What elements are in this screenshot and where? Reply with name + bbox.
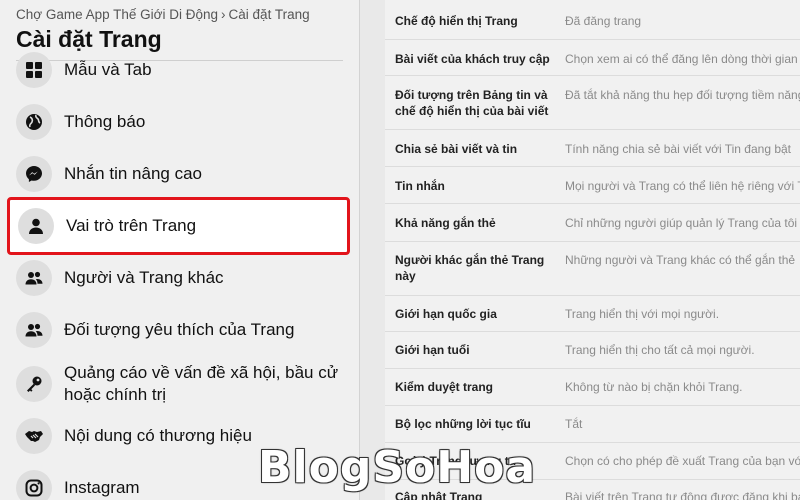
settings-sidebar: Chợ Game App Thế Giới Di Động › Cài đặt Tr… xyxy=(0,0,360,500)
sidebar-item-preferred-audience[interactable]: Đối tượng yêu thích của Trang xyxy=(8,310,346,350)
setting-name: Người khác gắn thẻ Trang này xyxy=(395,253,545,283)
settings-row-messages[interactable]: Tin nhắn Mọi người và Trang có thể liên … xyxy=(385,166,800,203)
sidebar-item-label: Nội dung có thương hiệu xyxy=(64,426,252,445)
setting-value: Không từ nào bị chặn khỏi Trang. xyxy=(565,380,743,394)
key-icon xyxy=(16,366,52,402)
breadcrumb-link-page[interactable]: Chợ Game App Thế Giới Di Động xyxy=(16,7,218,22)
settings-row-page-moderation[interactable]: Kiểm duyệt trang Không từ nào bị chặn kh… xyxy=(385,368,800,405)
handshake-icon xyxy=(16,418,52,454)
watermark-logo: BlogSoHoa xyxy=(258,442,537,493)
settings-row-visitor-posts[interactable]: Bài viết của khách truy cập Chọn xem ai … xyxy=(385,39,800,75)
page-title: Cài đặt Trang xyxy=(16,26,162,52)
settings-row-news-feed-audience[interactable]: Đối tượng trên Bảng tin và chế độ hiển t… xyxy=(385,75,800,129)
sidebar-item-label: Mẫu và Tab xyxy=(64,60,152,79)
sidebar-item-templates-tabs[interactable]: Mẫu và Tab xyxy=(8,50,346,90)
settings-row-age-restrictions[interactable]: Giới hạn tuổi Trang hiển thị cho tất cả … xyxy=(385,331,800,368)
settings-row-page-visibility[interactable]: Chế độ hiển thị Trang Đã đăng trang xyxy=(385,0,800,39)
setting-name: Giới hạn tuổi xyxy=(395,343,470,357)
setting-name: Đối tượng trên Bảng tin và chế độ hiển t… xyxy=(395,88,549,118)
settings-row-country-restrictions[interactable]: Giới hạn quốc gia Trang hiển thị với mọi… xyxy=(385,295,800,331)
setting-value: Bài viết trên Trang tự động được đăng kh… xyxy=(565,490,800,500)
sidebar-item-page-roles[interactable]: Vai trò trên Trang xyxy=(7,197,350,255)
breadcrumb-current: Cài đặt Trang xyxy=(228,7,310,22)
sidebar-item-label: Đối tượng yêu thích của Trang xyxy=(64,320,295,339)
settings-row-profanity-filter[interactable]: Bộ lọc những lời tục tĩu Tắt xyxy=(385,405,800,442)
settings-row-others-tagging[interactable]: Người khác gắn thẻ Trang này Những người… xyxy=(385,241,800,295)
setting-value: Những người và Trang khác có thể gắn thẻ xyxy=(565,253,796,267)
settings-table: Chế độ hiển thị Trang Đã đăng trang Bài … xyxy=(385,0,800,500)
setting-value: Trang hiển thị cho tất cả mọi người. xyxy=(565,343,755,357)
settings-row-sharing[interactable]: Chia sẻ bài viết và tin Tính năng chia s… xyxy=(385,129,800,166)
sidebar-item-label: Nhắn tin nâng cao xyxy=(64,164,202,183)
setting-name: Khả năng gắn thẻ xyxy=(395,216,496,230)
setting-value: Mọi người và Trang có thể liên hệ riêng … xyxy=(565,179,800,193)
settings-row-tagging-ability[interactable]: Khả năng gắn thẻ Chỉ những người giúp qu… xyxy=(385,203,800,241)
setting-name: Chia sẻ bài viết và tin xyxy=(395,142,518,156)
sidebar-item-label: Vai trò trên Trang xyxy=(66,216,197,235)
messenger-icon xyxy=(16,156,52,192)
sidebar-item-political-ads[interactable]: Quảng cáo về vấn đề xã hội, bầu cử hoặc … xyxy=(8,362,346,406)
sidebar-item-notifications[interactable]: Thông báo xyxy=(8,102,346,142)
sidebar-item-label: Người và Trang khác xyxy=(64,268,224,287)
setting-value: Tắt xyxy=(565,417,583,431)
setting-value: Chọn xem ai có thể đăng lên dòng thời gi… xyxy=(565,52,798,66)
setting-name: Chế độ hiển thị Trang xyxy=(395,14,518,28)
sidebar-item-label: Instagram xyxy=(64,478,140,497)
sidebar-item-label: Thông báo xyxy=(64,112,146,131)
person-icon xyxy=(18,208,54,244)
setting-name: Bài viết của khách truy cập xyxy=(395,52,550,66)
globe-icon xyxy=(16,104,52,140)
instagram-icon xyxy=(16,470,52,500)
setting-value: Trang hiển thị với mọi người. xyxy=(565,307,720,321)
setting-value: Đã đăng trang xyxy=(565,14,642,28)
grid-icon xyxy=(16,52,52,88)
setting-value: Đã tắt khả năng thu hẹp đối tượng tiềm n… xyxy=(565,88,800,102)
sidebar-item-people-pages[interactable]: Người và Trang khác xyxy=(8,258,346,298)
setting-value: Chọn có cho phép đề xuất Trang của bạn v… xyxy=(565,454,800,468)
setting-value: Chỉ những người giúp quản lý Trang của t… xyxy=(565,216,798,230)
setting-name: Kiểm duyệt trang xyxy=(395,380,494,394)
setting-name: Tin nhắn xyxy=(395,179,445,193)
sidebar-item-label: Quảng cáo về vấn đề xã hội, bầu cử hoặc … xyxy=(64,363,339,404)
setting-value: Tính năng chia sẻ bài viết với Tin đang … xyxy=(565,142,792,156)
setting-name: Bộ lọc những lời tục tĩu xyxy=(395,417,531,431)
breadcrumb-separator: › xyxy=(221,7,226,22)
sidebar-item-advanced-messaging[interactable]: Nhắn tin nâng cao xyxy=(8,154,346,194)
setting-name: Giới hạn quốc gia xyxy=(395,307,497,321)
breadcrumb: Chợ Game App Thế Giới Di Động › Cài đặt Tr… xyxy=(16,7,310,22)
people-icon xyxy=(16,312,52,348)
people-icon xyxy=(16,260,52,296)
